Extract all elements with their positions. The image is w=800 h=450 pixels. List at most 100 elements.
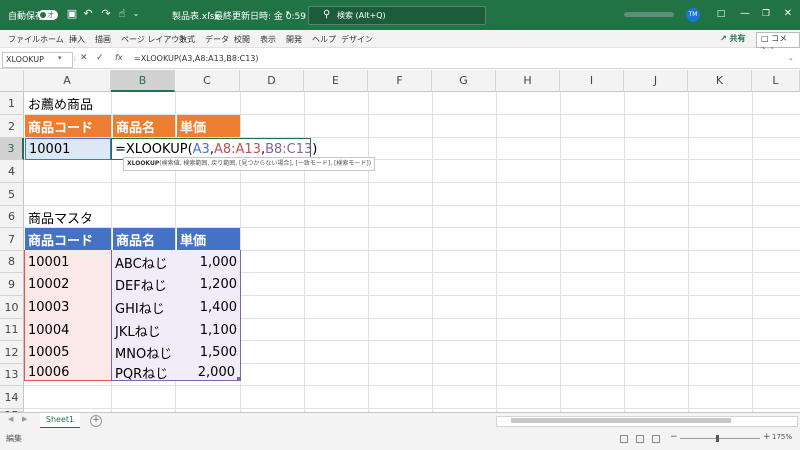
row-header[interactable]: 13 xyxy=(0,364,24,386)
cell-a7[interactable]: 商品コード xyxy=(25,228,111,250)
sheet-tab[interactable]: Sheet1 xyxy=(40,413,80,429)
tab-insert[interactable]: 挿入 xyxy=(69,34,85,45)
tab-view[interactable]: 表示 xyxy=(260,34,276,45)
column-header[interactable]: I xyxy=(560,70,624,92)
zoom-slider-knob[interactable] xyxy=(716,435,719,442)
row-header[interactable]: 8 xyxy=(0,251,24,273)
tab-home[interactable]: ホーム xyxy=(40,34,64,45)
insert-function-icon[interactable]: fx xyxy=(115,53,123,62)
column-header[interactable]: J xyxy=(624,70,688,92)
save-icon[interactable]: ▣ xyxy=(66,8,78,20)
zoom-level[interactable]: 175% xyxy=(772,433,792,441)
chevron-down-icon[interactable]: ▾ xyxy=(58,54,62,62)
cell-a1[interactable]: お薦め商品 xyxy=(25,92,175,114)
chevron-down-icon[interactable]: ▾ xyxy=(286,9,290,17)
cell-master-price[interactable]: 1,500 xyxy=(176,341,240,364)
tab-file[interactable]: ファイル xyxy=(8,34,40,45)
share-button[interactable]: ↗ 共有 xyxy=(720,32,746,46)
tooltip-function-name[interactable]: XLOOKUP xyxy=(127,160,159,167)
cell-master-name[interactable]: PQRねじ xyxy=(112,364,175,382)
function-tooltip[interactable]: XLOOKUP(検索値, 検索範囲, 戻り範囲, [見つからない場合], [一致… xyxy=(123,157,376,171)
row-header[interactable]: 5 xyxy=(0,183,24,206)
row-header[interactable]: 2 xyxy=(0,115,24,138)
worksheet-grid[interactable]: A B C D E F G H I J K L 1 2 3 4 5 6 7 8 … xyxy=(0,70,800,412)
tab-data[interactable]: データ xyxy=(205,34,229,45)
cell-master-name[interactable]: ABCねじ xyxy=(112,251,175,273)
cell-a6[interactable]: 商品マスタ xyxy=(25,206,175,228)
row-header[interactable]: 6 xyxy=(0,206,24,228)
zoom-in-icon[interactable]: + xyxy=(763,432,771,442)
row-header[interactable]: 14 xyxy=(0,386,24,409)
cell-master-code[interactable]: 10004 xyxy=(25,319,111,341)
close-icon[interactable]: ✕ xyxy=(780,6,796,22)
cell-master-price[interactable]: 1,100 xyxy=(176,319,240,341)
column-header[interactable]: L xyxy=(752,70,800,92)
search-box[interactable]: ⚲ 検索 (Alt+Q) xyxy=(308,6,486,25)
tab-draw[interactable]: 描画 xyxy=(95,34,111,45)
cell-b7[interactable]: 商品名 xyxy=(112,228,175,250)
cell-c2[interactable]: 単価 xyxy=(176,115,240,137)
touch-mode-icon[interactable]: ☝ xyxy=(116,8,128,20)
cell-master-code[interactable]: 10002 xyxy=(25,273,111,296)
autosave-toggle[interactable]: オフ xyxy=(38,10,58,29)
prev-sheet-icon[interactable]: ◀ xyxy=(8,415,13,423)
comment-button[interactable]: □ コメント xyxy=(756,32,800,55)
zoom-slider[interactable] xyxy=(680,438,760,439)
tab-formulas[interactable]: 数式 xyxy=(179,34,195,45)
add-sheet-icon[interactable]: + xyxy=(90,415,102,427)
tab-page-layout[interactable]: ページ レイアウト xyxy=(121,34,187,45)
normal-view-icon[interactable] xyxy=(620,435,628,443)
cell-master-price[interactable]: 1,200 xyxy=(176,273,240,296)
column-header[interactable]: C xyxy=(175,70,240,92)
column-header[interactable]: H xyxy=(496,70,560,92)
row-header[interactable]: 12 xyxy=(0,341,24,364)
cell-master-name[interactable]: MNOねじ xyxy=(112,341,175,364)
cell-master-code[interactable]: 10006 xyxy=(25,364,111,380)
row-header[interactable]: 3 xyxy=(0,138,24,160)
tab-developer[interactable]: 開発 xyxy=(286,34,302,45)
zoom-out-icon[interactable]: − xyxy=(670,432,678,442)
row-header[interactable]: 1 xyxy=(0,92,24,115)
cell-master-code[interactable]: 10001 xyxy=(25,251,111,273)
cell-a2[interactable]: 商品コード xyxy=(25,115,111,137)
cell-master-price[interactable]: 1,400 xyxy=(176,296,240,319)
column-header[interactable]: D xyxy=(240,70,304,92)
ribbon-display-icon[interactable]: □ xyxy=(713,6,729,22)
scrollbar-thumb[interactable] xyxy=(511,418,731,423)
next-sheet-icon[interactable]: ▶ xyxy=(22,415,27,423)
page-layout-view-icon[interactable] xyxy=(636,435,644,443)
column-header[interactable]: G xyxy=(432,70,496,92)
row-header[interactable]: 4 xyxy=(0,160,24,183)
cell-c7[interactable]: 単価 xyxy=(176,228,240,250)
page-break-view-icon[interactable] xyxy=(652,435,660,443)
horizontal-scrollbar[interactable] xyxy=(496,416,798,427)
row-header[interactable]: 10 xyxy=(0,296,24,319)
column-header[interactable]: K xyxy=(688,70,752,92)
tab-review[interactable]: 校閲 xyxy=(234,34,250,45)
row-header[interactable]: 7 xyxy=(0,228,24,251)
saved-info[interactable]: 最終更新日時: 金 0:59 xyxy=(214,9,306,22)
column-header[interactable]: B xyxy=(111,70,175,92)
cell-a3[interactable]: 10001 xyxy=(25,138,111,160)
cell-master-name[interactable]: JKLねじ xyxy=(112,319,175,341)
cell-master-name[interactable]: GHIねじ xyxy=(112,296,175,319)
row-header[interactable]: 9 xyxy=(0,273,24,296)
minimize-icon[interactable]: — xyxy=(737,6,753,22)
expand-formula-bar-icon[interactable]: ⌄ xyxy=(788,54,794,62)
name-box[interactable]: XLOOKUP xyxy=(2,52,73,68)
cell-master-code[interactable]: 10003 xyxy=(25,296,111,319)
row-header[interactable]: 11 xyxy=(0,319,24,341)
redo-icon[interactable]: ↷ xyxy=(100,8,112,20)
cell-master-price[interactable]: 1,000 xyxy=(176,251,240,273)
cell-b2[interactable]: 商品名 xyxy=(112,115,175,137)
tab-design[interactable]: デザイン xyxy=(341,34,373,45)
undo-icon[interactable]: ↶ xyxy=(82,8,94,20)
cell-master-name[interactable]: DEFねじ xyxy=(112,273,175,296)
column-header[interactable]: F xyxy=(368,70,432,92)
cell-master-code[interactable]: 10005 xyxy=(25,341,111,364)
select-all-corner[interactable] xyxy=(0,70,24,92)
column-header[interactable]: E xyxy=(304,70,368,92)
formula-input[interactable]: =XLOOKUP(A3,A8:A13,B8:C13) xyxy=(134,54,259,63)
cell-master-price[interactable]: 2,000 xyxy=(176,364,238,380)
restore-icon[interactable]: ❐ xyxy=(758,6,774,22)
